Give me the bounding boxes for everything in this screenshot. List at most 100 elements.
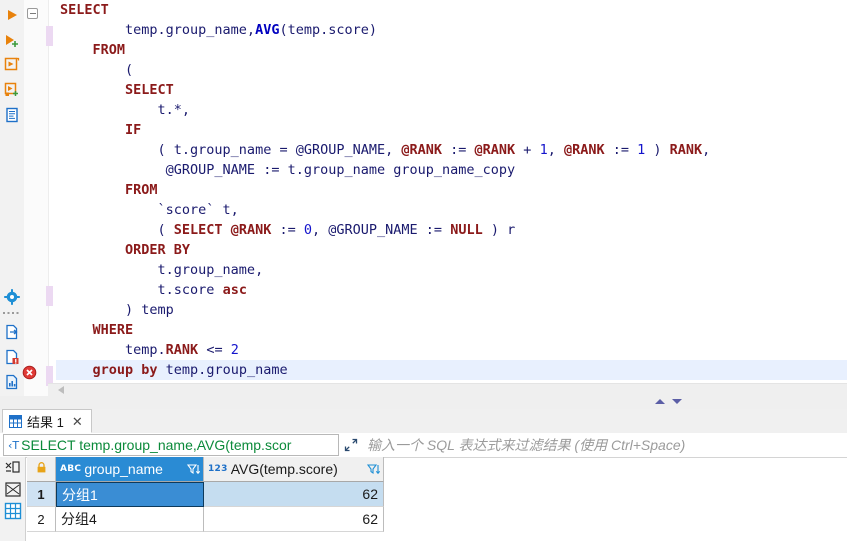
collapse-up-arrow[interactable]: [655, 399, 665, 404]
column-title: group_name: [84, 461, 163, 477]
execute-script-new-tab-icon[interactable]: [2, 80, 22, 100]
sql-editor-area: SELECT temp.group_name,AVG(temp.score) F…: [0, 0, 847, 397]
filter-sort-icon[interactable]: [186, 463, 201, 476]
code-token: IF: [125, 122, 142, 138]
collapse-down-arrow[interactable]: [672, 399, 682, 404]
code-line[interactable]: t.group_name,: [56, 260, 847, 280]
expand-icon[interactable]: [343, 437, 359, 453]
code-line[interactable]: ORDER BY: [56, 240, 847, 260]
code-token: NULL: [450, 222, 483, 238]
row-number-cell[interactable]: 2: [27, 507, 56, 532]
export-data-icon[interactable]: [2, 322, 22, 342]
editor-vertical-toolbar: [0, 0, 25, 396]
code-line[interactable]: group by temp.group_name: [56, 360, 847, 380]
data-chart-icon[interactable]: [2, 372, 22, 392]
code-line[interactable]: ( t.group_name = @GROUP_NAME, @RANK := @…: [56, 140, 847, 160]
code-line[interactable]: ) temp: [56, 300, 847, 320]
table-row[interactable]: 1 分组1 62: [27, 482, 847, 507]
code-token: :=: [604, 142, 638, 158]
sql-editor-window: SELECT temp.group_name,AVG(temp.score) F…: [0, 0, 847, 541]
code-token: t.score: [60, 282, 223, 298]
code-token: SELECT: [125, 82, 174, 98]
code-token: @RANK: [474, 142, 516, 158]
table-cell-AVG(temp.score)[interactable]: 62: [204, 507, 384, 532]
code-token: group by: [92, 362, 158, 378]
code-line[interactable]: @GROUP_NAME := t.group_name group_name_c…: [56, 160, 847, 180]
code-line[interactable]: (: [56, 60, 847, 80]
code-token: temp.: [60, 342, 166, 358]
execute-statement-icon[interactable]: [2, 5, 22, 25]
error-marker-icon[interactable]: [22, 365, 37, 380]
code-line[interactable]: `score` t,: [56, 200, 847, 220]
code-line[interactable]: SELECT: [56, 80, 847, 100]
code-token: ) temp: [60, 302, 174, 318]
code-line[interactable]: t.score asc: [56, 280, 847, 300]
explain-plan-icon[interactable]: [2, 105, 22, 125]
execute-script-icon[interactable]: [2, 30, 22, 50]
tab-result-1[interactable]: 结果 1 ✕: [2, 409, 92, 433]
editor-gutter[interactable]: [24, 0, 49, 396]
settings-gear-icon[interactable]: [2, 287, 22, 307]
results-tabbar: 结果 1 ✕: [0, 409, 847, 434]
filter-sort-icon[interactable]: [366, 463, 381, 476]
code-token: ,: [702, 142, 711, 158]
row-number-header[interactable]: [27, 457, 56, 482]
code-token: t.*,: [60, 102, 191, 118]
column-header-AVG(temp.score)[interactable]: 123 AVG(temp.score): [204, 457, 384, 482]
code-token: asc: [222, 282, 247, 298]
code-line[interactable]: FROM: [56, 40, 847, 60]
row-number-cell[interactable]: 1: [27, 482, 56, 507]
table-cell-group_name[interactable]: 分组4: [56, 507, 204, 532]
code-token: FROM: [92, 42, 126, 58]
code-token: (: [60, 222, 174, 238]
table-row[interactable]: 2 分组4 62: [27, 507, 847, 532]
scroll-left-arrow[interactable]: [58, 386, 64, 394]
grid-presentation-icon[interactable]: [4, 460, 22, 478]
filter-input[interactable]: ‹T SELECT temp.group_name,AVG(temp.scor: [3, 434, 339, 456]
close-icon[interactable]: ✕: [72, 415, 83, 428]
code-token: `score` t,: [60, 202, 239, 218]
code-token: 1: [539, 142, 548, 158]
editor-horizontal-scrollbar[interactable]: [48, 383, 847, 397]
column-type-badge: 123: [208, 464, 228, 474]
column-header-group_name[interactable]: ABC group_name: [56, 457, 204, 482]
execute-new-tab-icon[interactable]: [2, 55, 22, 75]
editor-results-splitter[interactable]: [0, 396, 847, 409]
code-line[interactable]: t.*,: [56, 100, 847, 120]
code-fold-marker[interactable]: [27, 8, 38, 19]
record-view-icon[interactable]: [4, 481, 22, 499]
code-line[interactable]: FROM: [56, 180, 847, 200]
code-token: (temp.score): [279, 22, 378, 38]
code-token: :=: [271, 222, 304, 238]
sql-code-content[interactable]: SELECT temp.group_name,AVG(temp.score) F…: [56, 0, 847, 383]
code-token: RANK: [669, 142, 703, 158]
code-token: 2: [230, 342, 239, 358]
code-line[interactable]: temp.group_name,AVG(temp.score): [56, 20, 847, 40]
results-grid[interactable]: ABC group_name 123 AVG(temp.score) 1 分组1 62 2 分组…: [27, 457, 847, 541]
code-token: @RANK: [401, 142, 443, 158]
results-panel: 结果 1 ✕ ‹T SELECT temp.group_name,AVG(tem…: [0, 409, 847, 541]
code-token: +: [515, 142, 540, 158]
code-token: t.group_name,: [60, 262, 264, 278]
code-line[interactable]: IF: [56, 120, 847, 140]
code-line[interactable]: temp.RANK <= 2: [56, 340, 847, 360]
code-line[interactable]: WHERE: [56, 320, 847, 340]
code-token: 0: [303, 222, 313, 238]
code-token: SELECT: [60, 2, 109, 18]
table-cell-group_name[interactable]: 分组1: [56, 482, 204, 507]
script-warning-icon[interactable]: [2, 347, 22, 367]
grid-view-icon[interactable]: [4, 502, 22, 520]
code-line[interactable]: SELECT: [56, 0, 847, 20]
table-cell-AVG(temp.score)[interactable]: 62: [204, 482, 384, 507]
toolbar-dots-icon: [2, 309, 22, 317]
code-token: @RANK: [230, 222, 272, 238]
code-line[interactable]: ( SELECT @RANK := 0, @GROUP_NAME := NULL…: [56, 220, 847, 240]
code-token: WHERE: [92, 322, 134, 338]
